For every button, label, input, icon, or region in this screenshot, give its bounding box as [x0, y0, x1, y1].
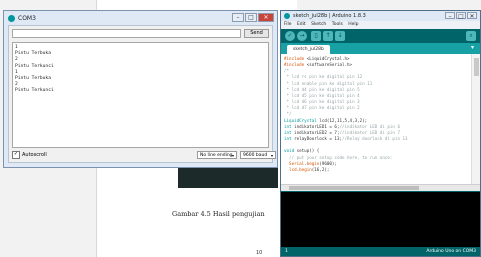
board-port-status: Arduino Uno on COM3	[426, 249, 476, 254]
ide-window-title: sketch_jul28b | Arduino 1.8.3	[293, 13, 366, 19]
serial-send-input[interactable]	[12, 29, 241, 38]
figure-caption: Gambar 4.5 Hasil pengujian	[172, 210, 265, 218]
close-button[interactable]: ✕	[467, 12, 477, 20]
minimize-button[interactable]: –	[232, 13, 244, 22]
new-sketch-icon[interactable]: ▯	[311, 31, 321, 41]
output-line: Pintu Terbuka	[15, 76, 51, 82]
status-bar: 1 Arduino Uno on COM3	[281, 247, 480, 256]
output-line: 1	[15, 69, 18, 75]
maximize-button[interactable]: □	[245, 13, 257, 22]
menu-help[interactable]: Help	[348, 22, 358, 27]
save-sketch-icon[interactable]: ↓	[335, 31, 345, 41]
menu-bar: File Edit Sketch Tools Help	[281, 21, 480, 29]
open-sketch-icon[interactable]: ↑	[323, 31, 333, 41]
line-ending-value: No line ending	[200, 153, 233, 158]
autoscroll-label: Autoscroll	[22, 152, 47, 158]
arduino-icon	[8, 14, 15, 22]
code-text[interactable]: #include <LiquidCrystal.h> #include <soft…	[281, 54, 480, 175]
menu-file[interactable]: File	[284, 22, 292, 27]
horizontal-scrollbar[interactable]	[281, 184, 480, 191]
close-button[interactable]: ✕	[258, 13, 274, 22]
autoscroll-checkbox[interactable]: ✓ Autoscroll	[12, 151, 47, 159]
ide-tab-bar: sketch_jul28b ▾	[281, 43, 480, 54]
baud-rate-value: 9600 baud	[243, 153, 268, 158]
output-line: Pintu Terbuka	[15, 51, 51, 57]
output-line: 2	[15, 82, 18, 88]
serial-monitor-icon[interactable]: ⌕	[466, 31, 476, 41]
serial-input-row: Send	[12, 29, 269, 39]
console-output	[281, 191, 480, 247]
arduino-ide-window: sketch_jul28b | Arduino 1.8.3 – □ ✕ File…	[280, 10, 481, 257]
chevron-down-icon: ▾	[231, 153, 234, 158]
baud-rate-select[interactable]: 9600 baud ▾	[240, 151, 276, 159]
vertical-scrollbar[interactable]	[471, 54, 480, 184]
output-line: 2	[15, 57, 18, 63]
window-controls: – □ ✕	[231, 13, 274, 22]
code-line: lcd.begin(16,2);	[289, 166, 330, 172]
serial-output[interactable]: 1 Pintu Terbuka 2 Pintu Terkunci 1 Pintu…	[12, 42, 269, 148]
serial-footer: ✓ Autoscroll No line ending ▾ 9600 baud …	[12, 150, 276, 160]
scrollbar-thumb[interactable]	[289, 186, 419, 190]
console-divider	[281, 191, 480, 192]
line-ending-select[interactable]: No line ending ▾	[197, 151, 237, 159]
code-editor[interactable]: #include <LiquidCrystal.h> #include <soft…	[281, 54, 480, 184]
serial-titlebar[interactable]: COM3 – □ ✕	[4, 11, 277, 25]
window-controls: – □ ✕	[444, 12, 477, 20]
ide-toolbar: ✓ → ▯ ↑ ↓ ⌕	[281, 29, 480, 43]
page-number: 10	[256, 250, 263, 256]
arduino-icon	[284, 13, 290, 19]
serial-window-title: COM3	[18, 14, 36, 22]
send-button[interactable]: Send	[244, 29, 269, 38]
upload-icon[interactable]: →	[297, 31, 307, 41]
serial-panel: Send 1 Pintu Terbuka 2 Pintu Terkunci 1 …	[8, 25, 276, 163]
ide-titlebar[interactable]: sketch_jul28b | Arduino 1.8.3 – □ ✕	[281, 11, 480, 21]
output-line: 1	[15, 45, 18, 50]
output-line: Pintu Terkunci	[15, 88, 54, 94]
verify-icon[interactable]: ✓	[285, 31, 295, 41]
maximize-button[interactable]: □	[456, 12, 466, 20]
chevron-down-icon: ▾	[270, 153, 273, 158]
menu-tools[interactable]: Tools	[332, 22, 343, 27]
minimize-button[interactable]: –	[445, 12, 455, 20]
output-line: Pintu Terkunci	[15, 63, 54, 69]
menu-sketch[interactable]: Sketch	[311, 22, 326, 27]
tab-sketch[interactable]: sketch_jul28b	[287, 45, 330, 54]
scrollbar-thumb[interactable]	[474, 58, 479, 76]
checkbox-checked-icon: ✓	[12, 151, 20, 159]
menu-edit[interactable]: Edit	[297, 22, 306, 27]
tab-menu-icon[interactable]: ▾	[471, 44, 474, 51]
line-number: 1	[285, 249, 288, 254]
serial-monitor-window: COM3 – □ ✕ Send 1 Pintu Terbuka 2 Pintu …	[3, 10, 278, 168]
